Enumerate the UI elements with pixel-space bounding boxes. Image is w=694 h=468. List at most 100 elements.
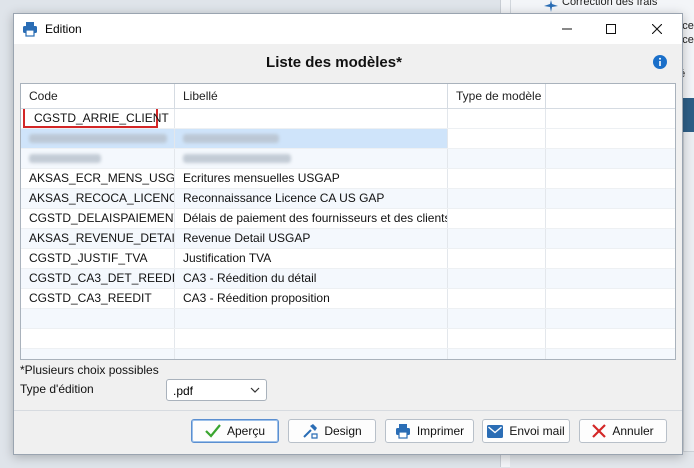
empty-cell bbox=[448, 329, 546, 348]
code-cell: CGSTD_DELAISPAIEMENT bbox=[21, 209, 175, 228]
code-text: CGSTD_ARRIE_CLIENT bbox=[34, 111, 169, 125]
close-icon bbox=[652, 24, 662, 34]
design-tools-icon bbox=[303, 424, 318, 439]
label-cell: CA3 - Réedition du détail bbox=[175, 269, 448, 288]
blurred-text bbox=[29, 154, 101, 163]
code-cell: CGSTD_JUSTIF_TVA bbox=[21, 249, 175, 268]
checkmark-icon bbox=[205, 424, 221, 438]
edition-type-value: .pdf bbox=[173, 384, 194, 398]
label-cell bbox=[175, 149, 448, 168]
print-button-label: Imprimer bbox=[416, 424, 465, 438]
blurred-text bbox=[183, 134, 279, 143]
table-row[interactable]: AKSAS_ECR_MENS_USGAP Ecritures mensuelle… bbox=[21, 169, 675, 189]
grid-header: Code Libellé Type de modèle bbox=[21, 84, 675, 109]
background-scrollbar[interactable] bbox=[683, 132, 694, 467]
type-cell bbox=[448, 189, 546, 208]
empty-cell bbox=[175, 309, 448, 328]
edition-dialog: Edition Liste des modèles* Code Libellé … bbox=[13, 13, 683, 455]
code-cell: CGSTD_CA3_DET_REEDIT bbox=[21, 269, 175, 288]
empty-cell bbox=[546, 349, 675, 359]
type-cell bbox=[448, 169, 546, 188]
send-mail-button-label: Envoi mail bbox=[509, 424, 565, 438]
models-grid[interactable]: Code Libellé Type de modèle CGSTD_ARRIE_… bbox=[20, 83, 676, 360]
empty-row bbox=[21, 309, 675, 329]
code-cell: AKSAS_RECOCA_LICENCE bbox=[21, 189, 175, 208]
extra-cell bbox=[546, 269, 675, 288]
printer-icon bbox=[395, 424, 410, 439]
label-cell: Reconnaissance Licence CA US GAP bbox=[175, 189, 448, 208]
table-row[interactable]: CGSTD_JUSTIF_TVA Justification TVA bbox=[21, 249, 675, 269]
code-cell bbox=[21, 149, 175, 168]
background-text-1: Correction des frais bbox=[562, 0, 658, 8]
preview-button-label: Aperçu bbox=[226, 424, 266, 438]
cancel-button-label: Annuler bbox=[612, 424, 654, 438]
empty-cell bbox=[546, 309, 675, 328]
extra-cell bbox=[546, 129, 675, 148]
title-bar[interactable]: Edition bbox=[14, 14, 682, 44]
extra-cell bbox=[546, 189, 675, 208]
column-header-label[interactable]: Libellé bbox=[175, 84, 448, 108]
label-cell: Délais de paiement des fournisseurs et d… bbox=[175, 209, 448, 228]
table-row[interactable]: CGSTD_CA3_REEDIT CA3 - Réedition proposi… bbox=[21, 289, 675, 309]
empty-cell bbox=[21, 309, 175, 328]
highlight-box: CGSTD_ARRIE_CLIENT bbox=[23, 109, 169, 128]
empty-cell bbox=[448, 349, 546, 359]
info-icon[interactable] bbox=[653, 55, 667, 69]
minimize-icon bbox=[562, 28, 572, 30]
maximize-icon bbox=[606, 24, 616, 34]
edition-type-select[interactable]: .pdf bbox=[166, 379, 267, 401]
empty-cell bbox=[175, 329, 448, 348]
type-cell bbox=[448, 289, 546, 308]
empty-cell bbox=[175, 349, 448, 359]
table-row[interactable] bbox=[21, 149, 675, 169]
airplane-icon bbox=[544, 0, 558, 12]
type-cell bbox=[448, 229, 546, 248]
table-row[interactable] bbox=[21, 129, 675, 149]
table-row[interactable]: AKSAS_REVENUE_DETAIL Revenue Detail USGA… bbox=[21, 229, 675, 249]
empty-row bbox=[21, 349, 675, 359]
empty-row bbox=[21, 329, 675, 349]
send-mail-button[interactable]: Envoi mail bbox=[482, 419, 570, 443]
close-button[interactable] bbox=[634, 14, 680, 44]
label-cell: Justification TVA bbox=[175, 249, 448, 268]
table-row[interactable]: CGSTD_DELAISPAIEMENT Délais de paiement … bbox=[21, 209, 675, 229]
print-button[interactable]: Imprimer bbox=[385, 419, 474, 443]
envelope-icon bbox=[487, 424, 504, 438]
empty-cell bbox=[546, 329, 675, 348]
printer-icon bbox=[23, 22, 37, 37]
label-cell: CA3 - Réedition proposition bbox=[175, 289, 448, 308]
design-button-label: Design bbox=[324, 424, 362, 438]
column-header-extra bbox=[546, 84, 675, 108]
extra-cell bbox=[546, 109, 675, 128]
blurred-text bbox=[183, 154, 291, 163]
code-cell: AKSAS_REVENUE_DETAIL bbox=[21, 229, 175, 248]
multiple-choice-note: *Plusieurs choix possibles bbox=[20, 363, 159, 377]
footer-separator bbox=[14, 410, 682, 411]
table-row[interactable]: CGSTD_CA3_DET_REEDIT CA3 - Réedition du … bbox=[21, 269, 675, 289]
extra-cell bbox=[546, 169, 675, 188]
minimize-button[interactable] bbox=[544, 14, 590, 44]
table-row[interactable]: AKSAS_RECOCA_LICENCE Reconnaissance Lice… bbox=[21, 189, 675, 209]
label-cell: Ecritures mensuelles USGAP bbox=[175, 169, 448, 188]
empty-cell bbox=[448, 309, 546, 328]
design-button[interactable]: Design bbox=[288, 419, 376, 443]
extra-cell bbox=[546, 229, 675, 248]
table-row[interactable]: CGSTD_ARRIE_CLIENT bbox=[21, 109, 675, 129]
type-cell bbox=[448, 149, 546, 168]
code-cell: CGSTD_CA3_REEDIT bbox=[21, 289, 175, 308]
type-cell bbox=[448, 109, 546, 128]
label-cell bbox=[175, 109, 448, 128]
column-header-type[interactable]: Type de modèle bbox=[448, 84, 546, 108]
label-cell bbox=[175, 129, 448, 148]
cancel-button[interactable]: Annuler bbox=[579, 419, 667, 443]
extra-cell bbox=[546, 209, 675, 228]
grid-rows: CGSTD_ARRIE_CLIENT AKSAS_ECR_MENS_USGAP … bbox=[21, 109, 675, 359]
list-heading: Liste des modèles* bbox=[266, 54, 402, 71]
chevron-down-icon bbox=[250, 387, 260, 393]
code-cell: AKSAS_ECR_MENS_USGAP bbox=[21, 169, 175, 188]
preview-button[interactable]: Aperçu bbox=[191, 419, 279, 443]
column-header-code[interactable]: Code bbox=[21, 84, 175, 108]
code-cell: CGSTD_ARRIE_CLIENT bbox=[21, 109, 175, 128]
maximize-button[interactable] bbox=[588, 14, 634, 44]
extra-cell bbox=[546, 149, 675, 168]
